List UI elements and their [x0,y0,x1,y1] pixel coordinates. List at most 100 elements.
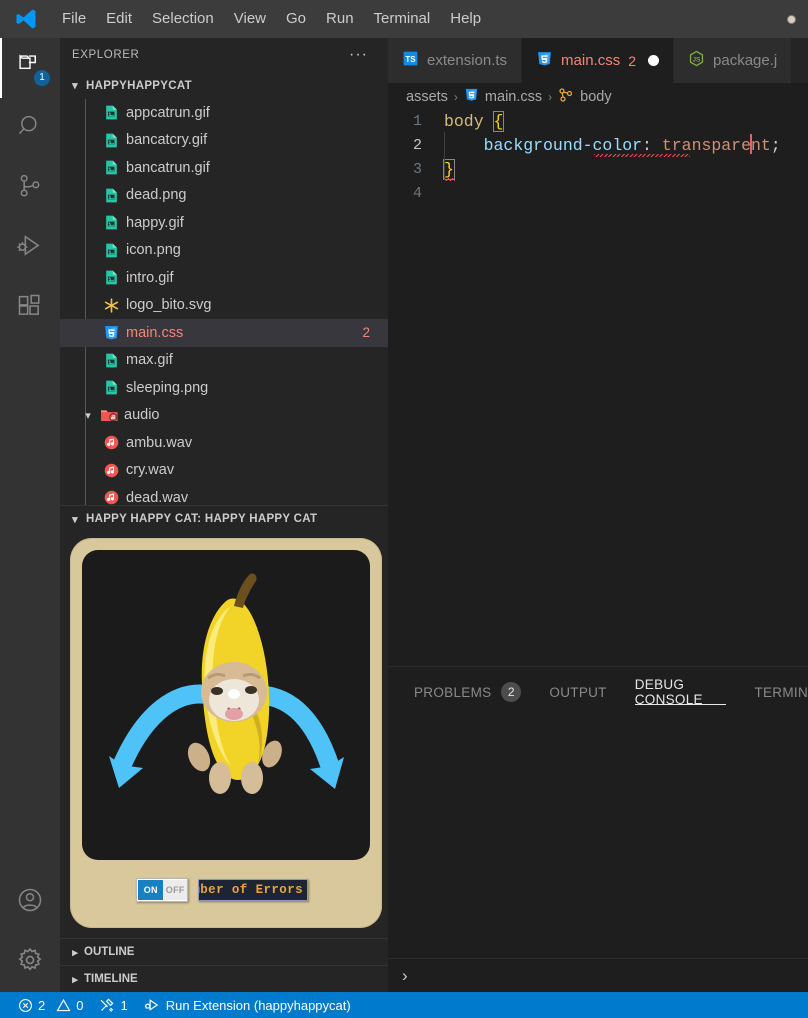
menu-edit[interactable]: Edit [96,6,142,32]
tree-folder-row[interactable]: ▾ audio [60,402,388,430]
tree-file-row[interactable]: sleeping.png [60,374,388,402]
image-file-icon [100,159,122,176]
menu-terminal[interactable]: Terminal [364,6,441,32]
error-squiggle [444,178,455,181]
audio-file-icon [100,489,122,505]
code-line: 4 [388,182,808,206]
tree-file-row[interactable]: bancatcry.gif [60,127,388,155]
titlebar-indicator-dot [787,15,796,24]
more-actions-icon[interactable]: ··· [349,47,368,63]
typescript-file-icon: TS [402,50,419,71]
code-editor[interactable]: 1 body {2 background-color: transparent; 3… [388,110,808,666]
bottom-panel: PROBLEMS 2 OUTPUT DEBUG CONSOLE TERMIN › [388,666,808,992]
file-name: intro.gif [126,269,174,286]
chevron-right-icon: ▸ [72,946,78,959]
breadcrumb-item-assets[interactable]: assets [406,89,448,105]
panel-tab[interactable]: OUTPUT [549,667,606,717]
editor-tab-bar: TS extension.ts main.css 2 JS package.j [388,38,808,83]
outline-section-header[interactable]: ▸ OUTLINE [60,938,388,965]
extensions-icon [16,292,44,325]
menu-file[interactable]: File [52,6,96,32]
chevron-down-icon[interactable]: ▾ [78,409,98,422]
status-run-extension[interactable]: Run Extension (happyhappycat) [136,992,359,1018]
file-name: appcatrun.gif [126,104,210,121]
tree-file-row[interactable]: cry.wav [60,457,388,485]
menu-help[interactable]: Help [440,6,491,32]
webview-section: ▾ HAPPY HAPPY CAT: HAPPY HAPPY CAT ON OF… [60,505,388,938]
dirty-indicator-icon[interactable] [648,55,660,66]
panel-tab[interactable]: TERMIN [754,667,808,717]
warning-count: 0 [76,997,84,1013]
line-number: 3 [412,161,422,178]
audio-file-icon [100,462,122,479]
status-problems[interactable]: 2 0 [10,992,91,1018]
webview-section-header[interactable]: ▾ HAPPY HAPPY CAT: HAPPY HAPPY CAT [60,505,388,532]
tree-file-row[interactable]: ambu.wav [60,429,388,457]
status-ports[interactable]: 1 [91,992,135,1018]
chevron-down-icon: ▾ [72,80,78,92]
cat-screen [82,550,370,860]
panel-tab[interactable]: DEBUG CONSOLE [634,667,727,717]
code-text[interactable]: } [443,156,455,182]
file-name: cry.wav [126,462,175,479]
menu-go[interactable]: Go [276,6,316,32]
workbench-body: 1 EXPLORER ··· ▾ HAPPYHAPPYCAT appcatrun… [0,38,808,992]
image-file-icon [100,104,122,121]
editor-area: TS extension.ts main.css 2 JS package.j asset… [388,38,808,992]
menu-run[interactable]: Run [316,6,364,32]
svg-text:TS: TS [405,55,415,64]
debug-console-input[interactable]: › [388,958,808,992]
tree-file-row[interactable]: appcatrun.gif [60,99,388,127]
tree-file-row[interactable]: logo_bito.svg [60,292,388,320]
tab-label: package.j [713,52,778,69]
debug-console-body[interactable]: › [388,717,808,992]
activitybar-item-explorer[interactable]: 1 [0,38,60,98]
tree-file-row[interactable]: main.css 2 [60,319,388,347]
tree-file-row[interactable]: happy.gif [60,209,388,237]
image-file-icon [100,132,122,149]
activitybar-item-manage[interactable] [0,932,60,992]
toggle-off-label: OFF [163,880,187,900]
activitybar-item-source-control[interactable] [0,158,60,218]
code-token: body [444,112,484,131]
activitybar-item-search[interactable] [0,98,60,158]
svg-file-icon [100,297,122,314]
editor-tab[interactable]: JS package.j [674,38,793,83]
tree-file-row[interactable]: intro.gif [60,264,388,292]
activitybar-item-run-and-debug[interactable] [0,218,60,278]
file-name: ambu.wav [126,434,193,451]
menu-selection[interactable]: Selection [142,6,224,32]
breadcrumb-item-file[interactable]: main.css [485,89,542,105]
indent-guide [444,132,445,156]
debug-run-icon [144,997,161,1013]
editor-tab[interactable]: main.css 2 [522,38,675,83]
code-token: background-color [483,136,643,155]
sound-toggle[interactable]: ON OFF [136,878,188,902]
tree-file-row[interactable]: dead.png [60,182,388,210]
file-tree[interactable]: appcatrun.gif bancatcry.gif bancatrun.gif d… [60,99,388,505]
timeline-section-header[interactable]: ▸ TIMELINE [60,965,388,992]
code-text[interactable]: body { [444,110,505,134]
warning-icon [56,998,71,1013]
editor-tab[interactable]: TS extension.ts [388,38,523,83]
code-line: 3} [388,156,808,182]
toggle-on-label: ON [138,880,164,900]
breadcrumb-item-symbol[interactable]: body [580,89,611,105]
svg-text:JS: JS [693,56,701,63]
project-section-header[interactable]: ▾ HAPPYHAPPYCAT [60,72,388,99]
chevron-right-icon: › [548,89,553,104]
file-name: max.gif [126,352,173,369]
panel-tab[interactable]: PROBLEMS 2 [414,667,522,717]
tree-file-row[interactable]: dead.wav [60,484,388,505]
tree-file-row[interactable]: bancatrun.gif [60,154,388,182]
outline-label: OUTLINE [84,946,135,958]
activitybar-item-extensions[interactable] [0,278,60,338]
code-token: nt [750,136,771,155]
menu-view[interactable]: View [224,6,276,32]
code-text[interactable]: background-color: transparent; [444,132,781,158]
activitybar-item-accounts[interactable] [0,872,60,932]
tree-file-row[interactable]: icon.png [60,237,388,265]
tree-file-row[interactable]: max.gif [60,347,388,375]
audio-folder-icon [98,407,120,424]
crying-banana-cat-image [109,573,344,794]
